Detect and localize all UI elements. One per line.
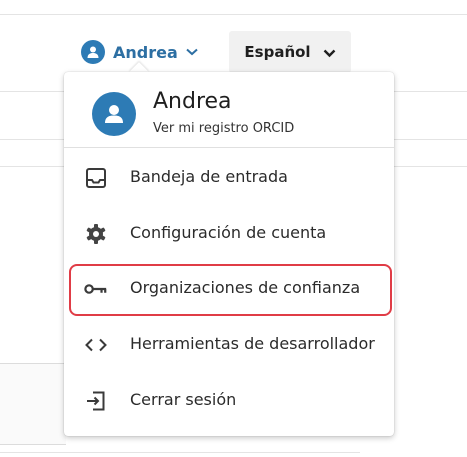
view-orcid-record-link[interactable]: Ver mi registro ORCID	[153, 121, 294, 136]
language-selector[interactable]: Español	[229, 31, 351, 73]
user-avatar-icon	[92, 92, 136, 136]
menu-item-inbox[interactable]: Bandeja de entrada	[64, 151, 394, 205]
menu-header-profile[interactable]: Andrea Ver mi registro ORCID	[64, 72, 394, 148]
chevron-down-icon	[323, 43, 336, 62]
page-divider	[0, 452, 360, 453]
menu-item-label: Organizaciones de confianza	[130, 278, 361, 297]
menu-item-trusted-organizations[interactable]: Organizaciones de confianza	[64, 262, 394, 316]
key-icon	[84, 277, 108, 301]
menu-item-label: Configuración de cuenta	[130, 223, 327, 242]
page-divider	[0, 14, 467, 15]
menu-item-label: Cerrar sesión	[130, 390, 237, 409]
menu-item-account-settings[interactable]: Configuración de cuenta	[64, 207, 394, 261]
menu-item-logout[interactable]: Cerrar sesión	[64, 374, 394, 428]
user-dropdown-menu: Andrea Ver mi registro ORCID Bandeja de …	[64, 72, 394, 436]
user-menu-button[interactable]: Andrea	[81, 38, 200, 66]
language-label: Español	[244, 43, 311, 61]
inbox-icon	[84, 166, 108, 190]
logout-icon	[84, 389, 108, 413]
chevron-down-icon	[186, 47, 200, 57]
menu-item-label: Herramientas de desarrollador	[130, 334, 375, 353]
user-name: Andrea	[113, 42, 178, 62]
background-panel	[0, 363, 66, 445]
menu-item-label: Bandeja de entrada	[130, 167, 288, 186]
user-avatar-icon	[81, 40, 105, 64]
code-icon	[84, 333, 108, 357]
gear-icon	[84, 222, 108, 246]
menu-user-name: Andrea	[153, 89, 232, 114]
menu-item-developer-tools[interactable]: Herramientas de desarrollador	[64, 318, 394, 372]
